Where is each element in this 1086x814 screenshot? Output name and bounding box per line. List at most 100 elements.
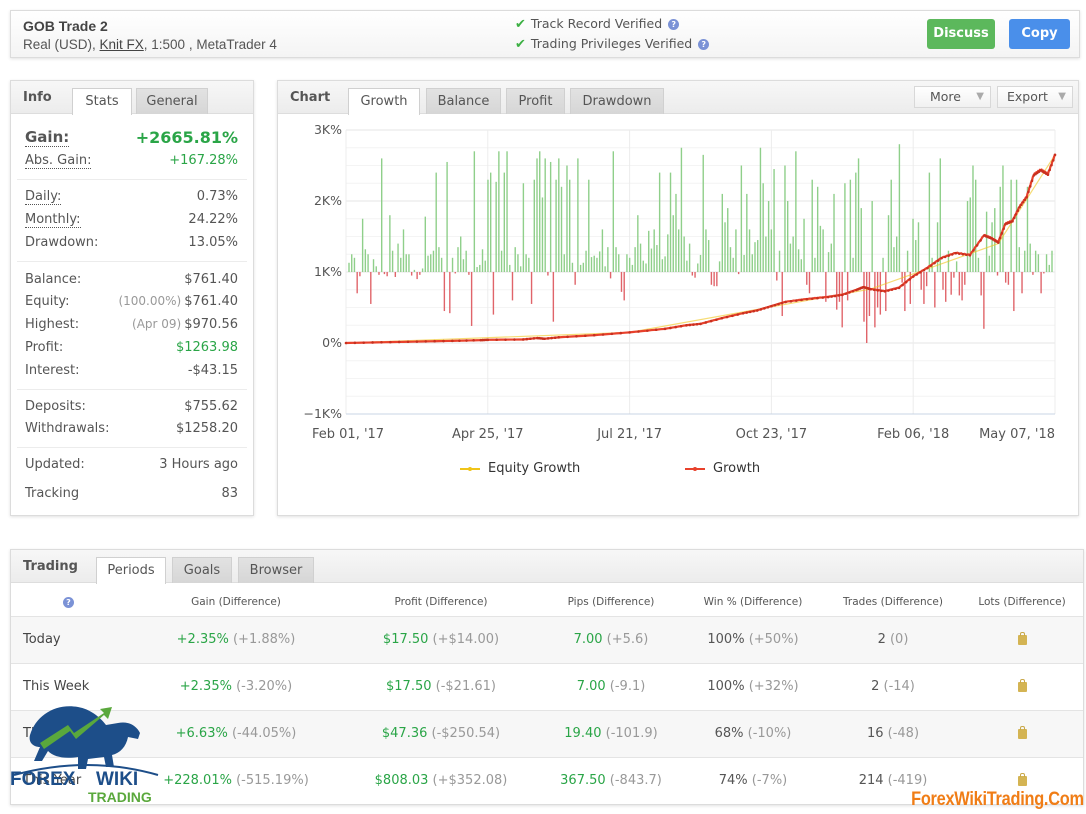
trades-cell: 16 (-48) xyxy=(813,726,973,741)
export-dropdown[interactable]: Export ▼ xyxy=(997,86,1073,108)
help-icon[interactable]: ? xyxy=(698,39,710,50)
divider xyxy=(17,261,247,262)
y-tick-label: 0% xyxy=(322,335,342,350)
growth-point xyxy=(940,256,943,260)
help-icon[interactable]: ? xyxy=(63,597,74,608)
logo-forex: FOREX xyxy=(10,769,76,790)
growth-point xyxy=(1002,227,1005,231)
legend-equity-growth[interactable]: Equity Growth xyxy=(460,461,580,476)
growth-point xyxy=(755,309,759,312)
gain-difference: (-44.05%) xyxy=(231,726,297,741)
divider xyxy=(17,447,247,448)
growth-point xyxy=(362,341,366,344)
col-win: Win % (Difference) xyxy=(703,596,803,608)
gain-label[interactable]: Gain: xyxy=(25,128,70,147)
periods-help[interactable]: ? xyxy=(63,597,74,609)
legend-swatch-growth xyxy=(685,466,705,471)
lots-cell xyxy=(1012,773,1032,790)
copy-button[interactable]: Copy xyxy=(1009,19,1070,49)
growth-point xyxy=(731,314,734,318)
growth-point xyxy=(1018,205,1021,209)
info-panel: Info Stats General Gain: +2665.81% Abs. … xyxy=(10,80,254,516)
legend-label-equity: Equity Growth xyxy=(488,461,581,476)
gain-cell: +2.35% (+1.88%) xyxy=(156,632,316,647)
gain-value: +2665.81% xyxy=(135,128,238,147)
more-dropdown[interactable]: More ▼ xyxy=(914,86,991,108)
lots-cell xyxy=(1012,679,1032,696)
tab-periods[interactable]: Periods xyxy=(96,557,166,584)
tab-general[interactable]: General xyxy=(136,88,208,114)
tab-growth[interactable]: Growth xyxy=(348,88,420,115)
x-tick-label: May 07, '18 xyxy=(979,427,1055,442)
growth-point xyxy=(996,241,1000,244)
highest-label: Highest: xyxy=(25,317,80,332)
win-value: 68% xyxy=(714,726,748,741)
x-tick-label: Apr 25, '17 xyxy=(452,427,524,442)
legend-growth[interactable]: Growth xyxy=(685,461,760,476)
profit-difference: (-$250.54) xyxy=(431,726,501,741)
growth-point xyxy=(679,324,683,328)
pips-value: 7.00 xyxy=(573,632,607,647)
help-icon[interactable]: ? xyxy=(668,19,680,30)
growth-point xyxy=(887,289,890,292)
growth-point xyxy=(1012,216,1016,220)
trades-value: 214 xyxy=(858,773,888,788)
gain-value: +2.35% xyxy=(179,679,237,694)
pips-difference: (-843.7) xyxy=(609,773,662,788)
stat-monthly: Monthly: 24.22% xyxy=(25,212,238,232)
tab-profit[interactable]: Profit xyxy=(506,88,565,114)
pips-cell: 7.00 (-9.1) xyxy=(531,679,691,694)
watermark-url: ForexWikiTrading.Com xyxy=(911,789,1084,810)
tab-browser[interactable]: Browser xyxy=(238,557,314,583)
profit-value: $17.50 xyxy=(386,679,436,694)
growth-point xyxy=(619,331,623,335)
divider xyxy=(17,179,247,180)
gain-difference: (-515.19%) xyxy=(236,773,309,788)
tab-stats[interactable]: Stats xyxy=(72,88,132,115)
growth-chart[interactable]: 3K% 2K% 1K% 0% −1K% Feb 01, '17 Apr 25, '17 Jul… xyxy=(278,114,1078,454)
growth-point xyxy=(957,252,961,256)
growth-point xyxy=(688,323,692,327)
pips-cell: 19.40 (-101.9) xyxy=(531,726,691,741)
chevron-down-icon: ▼ xyxy=(1058,91,1066,102)
gain-difference: (-3.20%) xyxy=(236,679,293,694)
gain-cell: +2.35% (-3.20%) xyxy=(156,679,316,694)
col-gain: Gain (Difference) xyxy=(191,596,281,608)
gain-cell: +228.01% (-515.19%) xyxy=(156,773,316,788)
growth-point xyxy=(424,340,428,343)
growth-point xyxy=(575,334,578,338)
growth-point xyxy=(943,255,947,259)
lock-icon xyxy=(1017,632,1027,645)
broker-link[interactable]: Knit FX xyxy=(100,37,144,52)
growth-point xyxy=(529,337,532,341)
stat-gain: Gain: +2665.81% xyxy=(25,128,238,148)
growth-point xyxy=(770,304,773,308)
growth-point xyxy=(784,300,787,304)
table-row: Today +2.35% (+1.88%) $17.50 (+$14.00) 7.00… xyxy=(11,616,1083,663)
highest-value-group: (Apr 09) $970.56 xyxy=(132,317,238,332)
win-difference: (+50%) xyxy=(748,632,799,647)
growth-point xyxy=(546,337,550,340)
growth-point xyxy=(816,296,819,300)
growth-point xyxy=(709,319,713,323)
tab-goals[interactable]: Goals xyxy=(172,557,232,583)
stat-profit: Profit: $1263.98 xyxy=(25,340,238,360)
daily-label[interactable]: Daily: xyxy=(25,189,62,205)
stat-interest: Interest: -$43.15 xyxy=(25,363,238,383)
growth-point xyxy=(699,322,702,326)
discuss-button[interactable]: Discuss xyxy=(927,19,995,49)
growth-point xyxy=(936,259,940,262)
growth-point xyxy=(1046,173,1050,176)
growth-point xyxy=(766,305,770,309)
monthly-label[interactable]: Monthly: xyxy=(25,212,81,228)
drawdown-value: 13.05% xyxy=(188,235,238,250)
x-tick-label: Oct 23, '17 xyxy=(736,427,808,442)
tab-balance[interactable]: Balance xyxy=(426,88,501,114)
tab-drawdown[interactable]: Drawdown xyxy=(570,88,664,114)
growth-point xyxy=(975,244,979,247)
x-tick-label: Jul 21, '17 xyxy=(596,427,662,442)
abs-gain-label[interactable]: Abs. Gain: xyxy=(25,153,92,169)
growth-point xyxy=(908,278,911,281)
account-details: , 1:500 , MetaTrader 4 xyxy=(143,37,277,52)
growth-point xyxy=(965,253,968,257)
